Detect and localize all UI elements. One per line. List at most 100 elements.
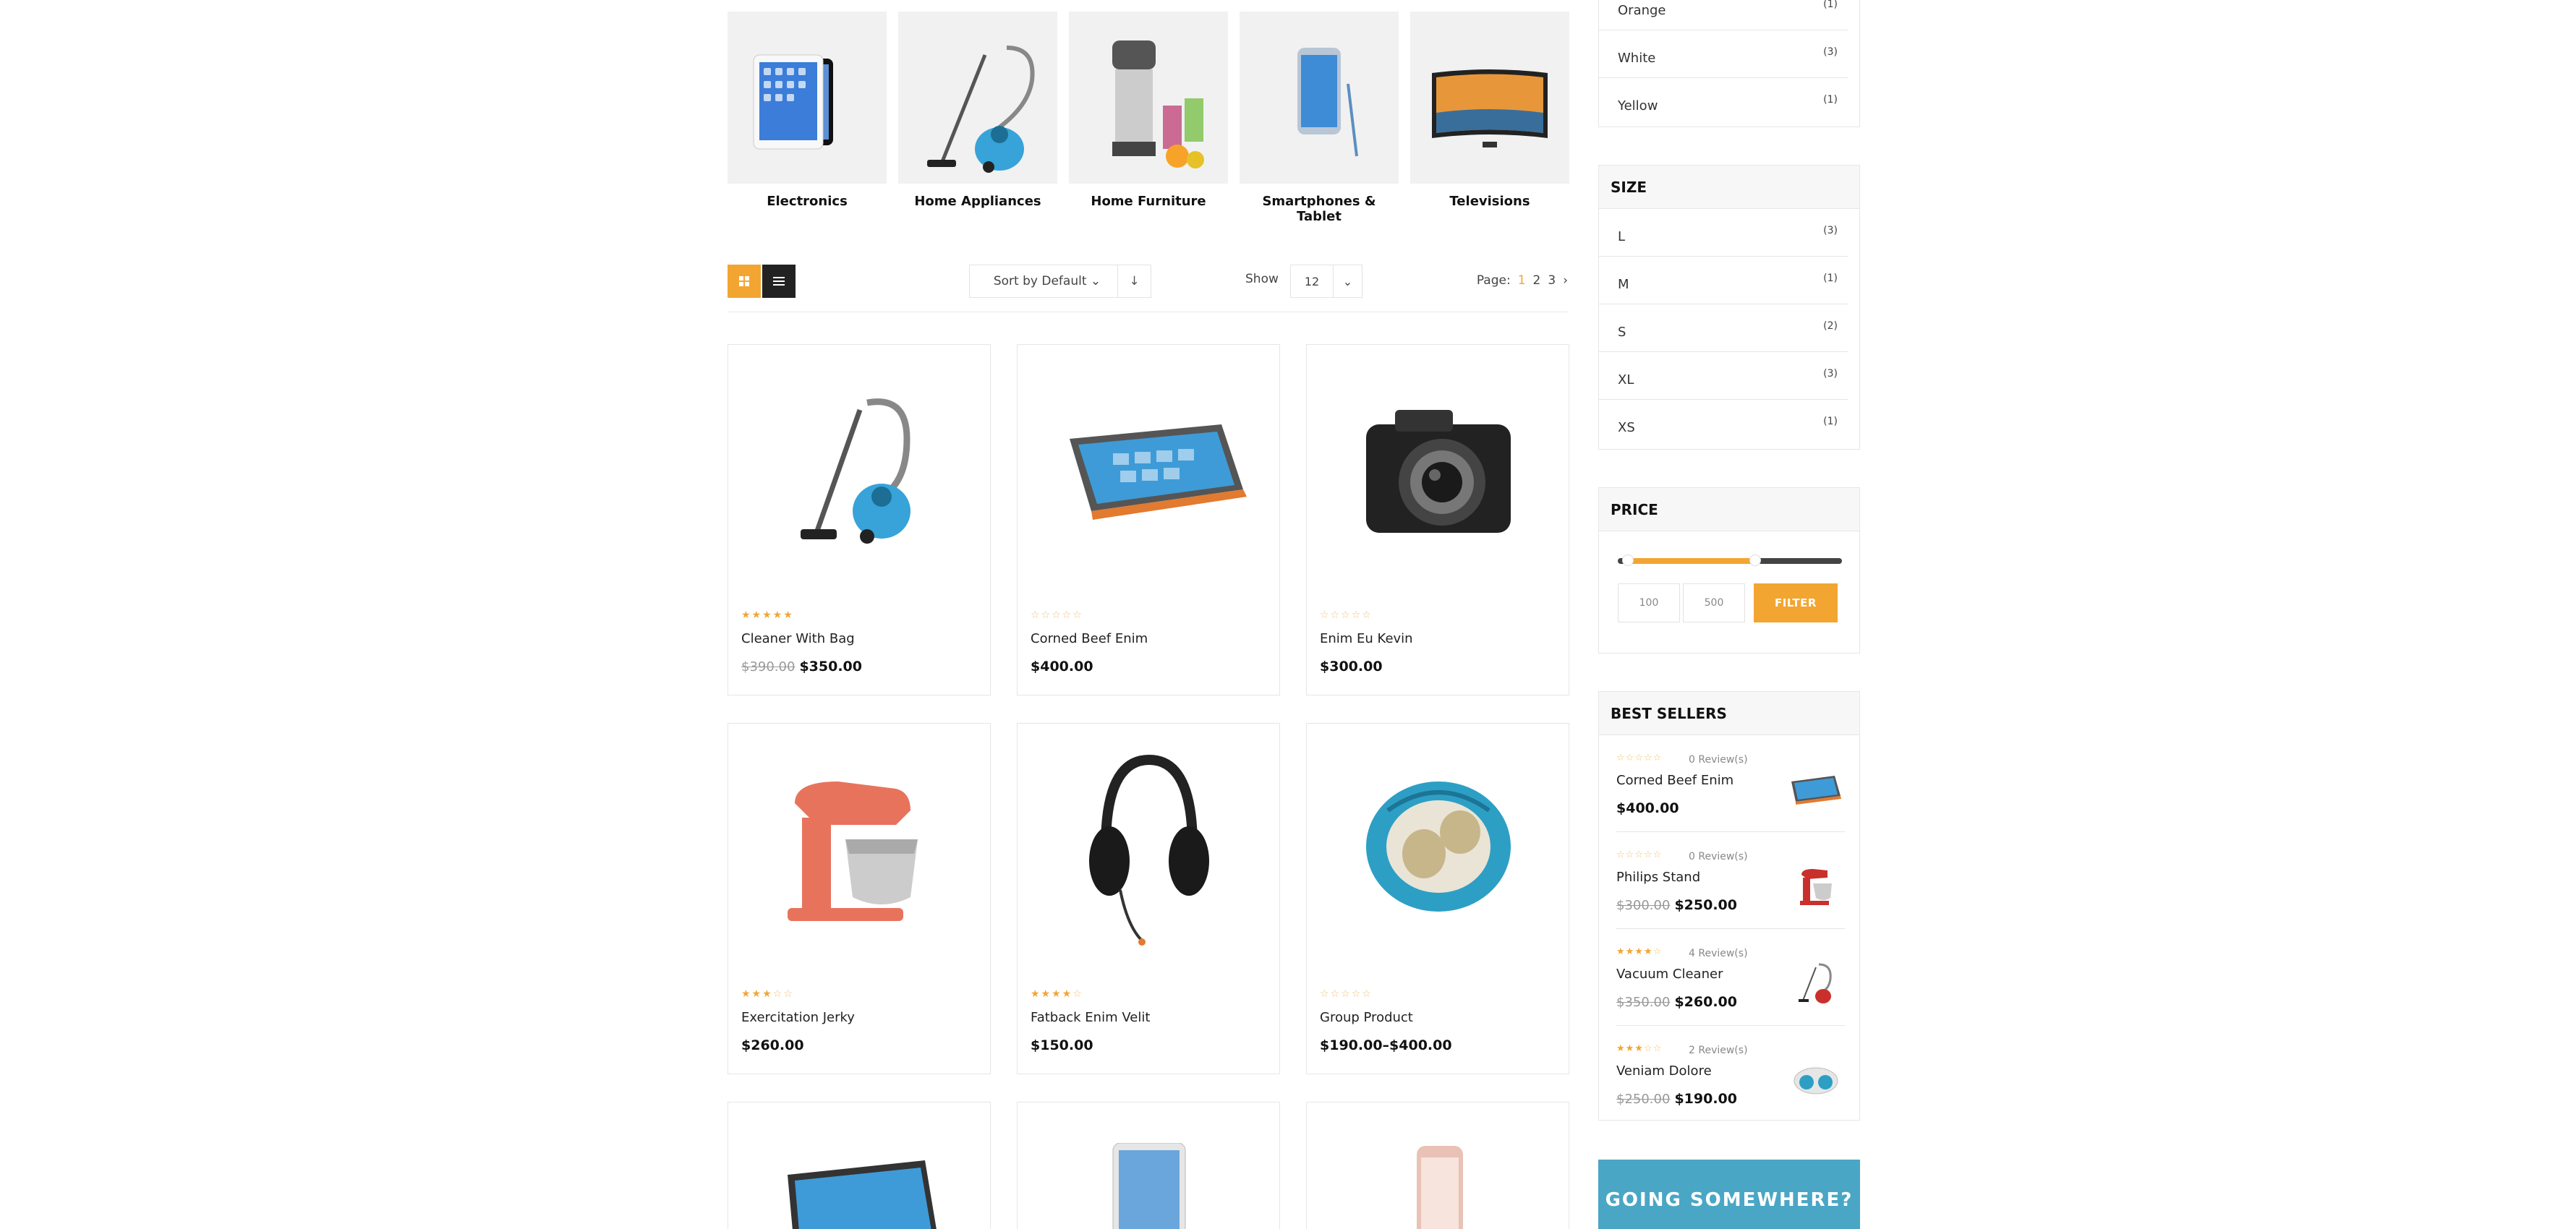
best-seller-item[interactable]: ★★★☆☆ 2 Review(s) Veniam Dolore $250.00 $… — [1616, 1026, 1845, 1123]
laptop-image[interactable] — [1032, 359, 1266, 576]
page-link-1[interactable]: 1 — [1518, 273, 1526, 288]
best-seller-item[interactable]: ★★★★☆ 4 Review(s) Vacuum Cleaner $350.00… — [1616, 929, 1845, 1026]
filter-count: (3) — [1823, 46, 1838, 58]
filter-name: XS — [1618, 420, 1635, 435]
category-smartphones-tablet[interactable]: Smartphones & Tablet — [1240, 12, 1399, 224]
page-link-2[interactable]: 2 — [1533, 273, 1541, 288]
next-page-icon[interactable]: › — [1563, 273, 1568, 288]
product-name[interactable]: Corned Beef Enim — [1031, 631, 1148, 646]
filter-option[interactable]: Orange (1) — [1599, 0, 1848, 30]
filter-option[interactable]: S (2) — [1599, 304, 1848, 352]
juicer-image[interactable] — [1069, 12, 1228, 184]
product-name[interactable]: Vacuum Cleaner — [1616, 967, 1723, 982]
filter-option[interactable]: XS (1) — [1599, 400, 1848, 448]
product-card[interactable] — [1017, 1102, 1280, 1229]
category-home-furniture[interactable]: Home Furniture — [1069, 12, 1228, 209]
price-max-input[interactable]: 500 — [1683, 583, 1745, 622]
product-card[interactable] — [728, 1102, 991, 1229]
slider-max-handle[interactable] — [1749, 554, 1761, 566]
product-name[interactable]: Cleaner With Bag — [741, 631, 855, 646]
tablet-image[interactable] — [1032, 1143, 1266, 1229]
old-price: $390.00 — [741, 659, 796, 675]
vacuum-thumb[interactable] — [1787, 959, 1845, 1007]
product-name[interactable]: Fatback Enim Velit — [1031, 1010, 1150, 1025]
product-name[interactable]: Veniam Dolore — [1616, 1063, 1712, 1079]
smartphone-image[interactable] — [1321, 1146, 1556, 1229]
product-card[interactable]: ☆☆☆☆☆ Group Product $190.00–$400.00 — [1306, 723, 1569, 1074]
tablet-image[interactable] — [728, 12, 887, 184]
rating-stars: ☆☆☆☆☆ — [1031, 609, 1083, 621]
category-label[interactable]: Televisions — [1410, 194, 1569, 209]
vacuum-image[interactable] — [743, 359, 977, 576]
mixer-thumb[interactable] — [1787, 862, 1845, 910]
filter-count: (1) — [1823, 416, 1838, 427]
review-count: 2 Review(s) — [1689, 1045, 1748, 1056]
category-label[interactable]: Home Furniture — [1069, 194, 1228, 209]
page-link-3[interactable]: 3 — [1548, 273, 1556, 288]
list-view-button[interactable] — [762, 265, 796, 298]
category-label[interactable]: Electronics — [728, 194, 887, 209]
headphones-image[interactable] — [1032, 738, 1266, 955]
price: $190.00 — [1674, 1091, 1737, 1107]
category-label[interactable]: Smartphones & Tablet — [1240, 194, 1399, 224]
category-electronics[interactable]: Electronics — [728, 12, 887, 209]
camera-image[interactable] — [1321, 359, 1556, 576]
sort-direction-button[interactable]: ↓ — [1117, 265, 1151, 297]
grid-view-button[interactable] — [728, 265, 761, 298]
best-seller-item[interactable]: ☆☆☆☆☆ 0 Review(s) Philips Stand $300.00 $… — [1616, 832, 1845, 929]
product-card[interactable] — [1306, 1102, 1569, 1229]
headphones-thumb[interactable] — [1787, 1056, 1845, 1104]
product-card[interactable]: ★★★★☆ Fatback Enim Velit $150.00 — [1017, 723, 1280, 1074]
product-name[interactable]: Corned Beef Enim — [1616, 773, 1733, 788]
mixer-image[interactable] — [743, 738, 977, 955]
filter-name: Yellow — [1618, 98, 1658, 114]
rating-stars: ☆☆☆☆☆ — [1320, 609, 1373, 621]
slider-min-handle[interactable] — [1622, 554, 1634, 566]
filter-option[interactable]: M (1) — [1599, 257, 1848, 304]
smartphone-image[interactable] — [1240, 12, 1399, 184]
page-label: Page: — [1476, 273, 1511, 288]
price-min-input[interactable]: 100 — [1618, 583, 1680, 622]
price: $190.00–$400.00 — [1320, 1037, 1452, 1053]
category-televisions[interactable]: Televisions — [1410, 12, 1569, 209]
product-name[interactable]: Group Product — [1320, 1010, 1413, 1025]
product-card[interactable]: ★★★★★ Cleaner With Bag $390.00 $350.00 — [728, 344, 991, 695]
price: $300.00 — [1320, 659, 1383, 675]
price-slider[interactable] — [1618, 554, 1842, 566]
product-card[interactable]: ★★★☆☆ Exercitation Jerky $260.00 — [728, 723, 991, 1074]
promo-banner[interactable]: GOING SOMEWHERE? — [1598, 1160, 1860, 1229]
price: $250.00 — [1674, 897, 1737, 913]
product-card[interactable]: ☆☆☆☆☆ Corned Beef Enim $400.00 — [1017, 344, 1280, 695]
tv-image[interactable] — [1410, 12, 1569, 184]
product-name[interactable]: Philips Stand — [1616, 870, 1700, 885]
rating-stars: ★★★★☆ — [1616, 946, 1663, 957]
sort-dropdown[interactable]: Sort by Default ⌄ ↓ — [969, 265, 1151, 298]
category-label[interactable]: Home Appliances — [898, 194, 1057, 209]
filter-button[interactable]: FILTER — [1754, 583, 1838, 622]
rating-stars: ☆☆☆☆☆ — [1616, 849, 1663, 860]
laptop-thumb[interactable] — [1787, 766, 1845, 813]
rating-stars: ★★★☆☆ — [1616, 1043, 1663, 1054]
review-count: 0 Review(s) — [1689, 851, 1748, 862]
filter-option[interactable]: Yellow (1) — [1599, 78, 1848, 126]
category-home-appliances[interactable]: Home Appliances — [898, 12, 1057, 209]
chevron-down-icon: ⌄ — [1090, 274, 1101, 288]
show-count-select[interactable]: 12 ⌄ — [1290, 265, 1362, 298]
filter-name: M — [1618, 277, 1629, 292]
vacuum-image[interactable] — [898, 12, 1057, 184]
rating-stars: ★★★★★ — [741, 609, 794, 621]
product-name[interactable]: Enim Eu Kevin — [1320, 631, 1413, 646]
filter-name: XL — [1618, 372, 1634, 387]
filter-name: White — [1618, 51, 1656, 66]
product-name[interactable]: Exercitation Jerky — [741, 1010, 855, 1025]
tablet-image[interactable] — [743, 1131, 977, 1229]
filter-option[interactable]: L (3) — [1599, 209, 1848, 257]
filter-option[interactable]: XL (3) — [1599, 352, 1848, 400]
headphone-case-image[interactable] — [1321, 738, 1556, 955]
filter-option[interactable]: White (3) — [1599, 30, 1848, 78]
best-seller-item[interactable]: ☆☆☆☆☆ 0 Review(s) Corned Beef Enim $400.… — [1616, 735, 1845, 832]
product-card[interactable]: ☆☆☆☆☆ Enim Eu Kevin $300.00 — [1306, 344, 1569, 695]
review-count: 4 Review(s) — [1689, 948, 1748, 959]
rating-stars: ★★★★☆ — [1031, 988, 1083, 1000]
price: $260.00 — [741, 1037, 804, 1053]
